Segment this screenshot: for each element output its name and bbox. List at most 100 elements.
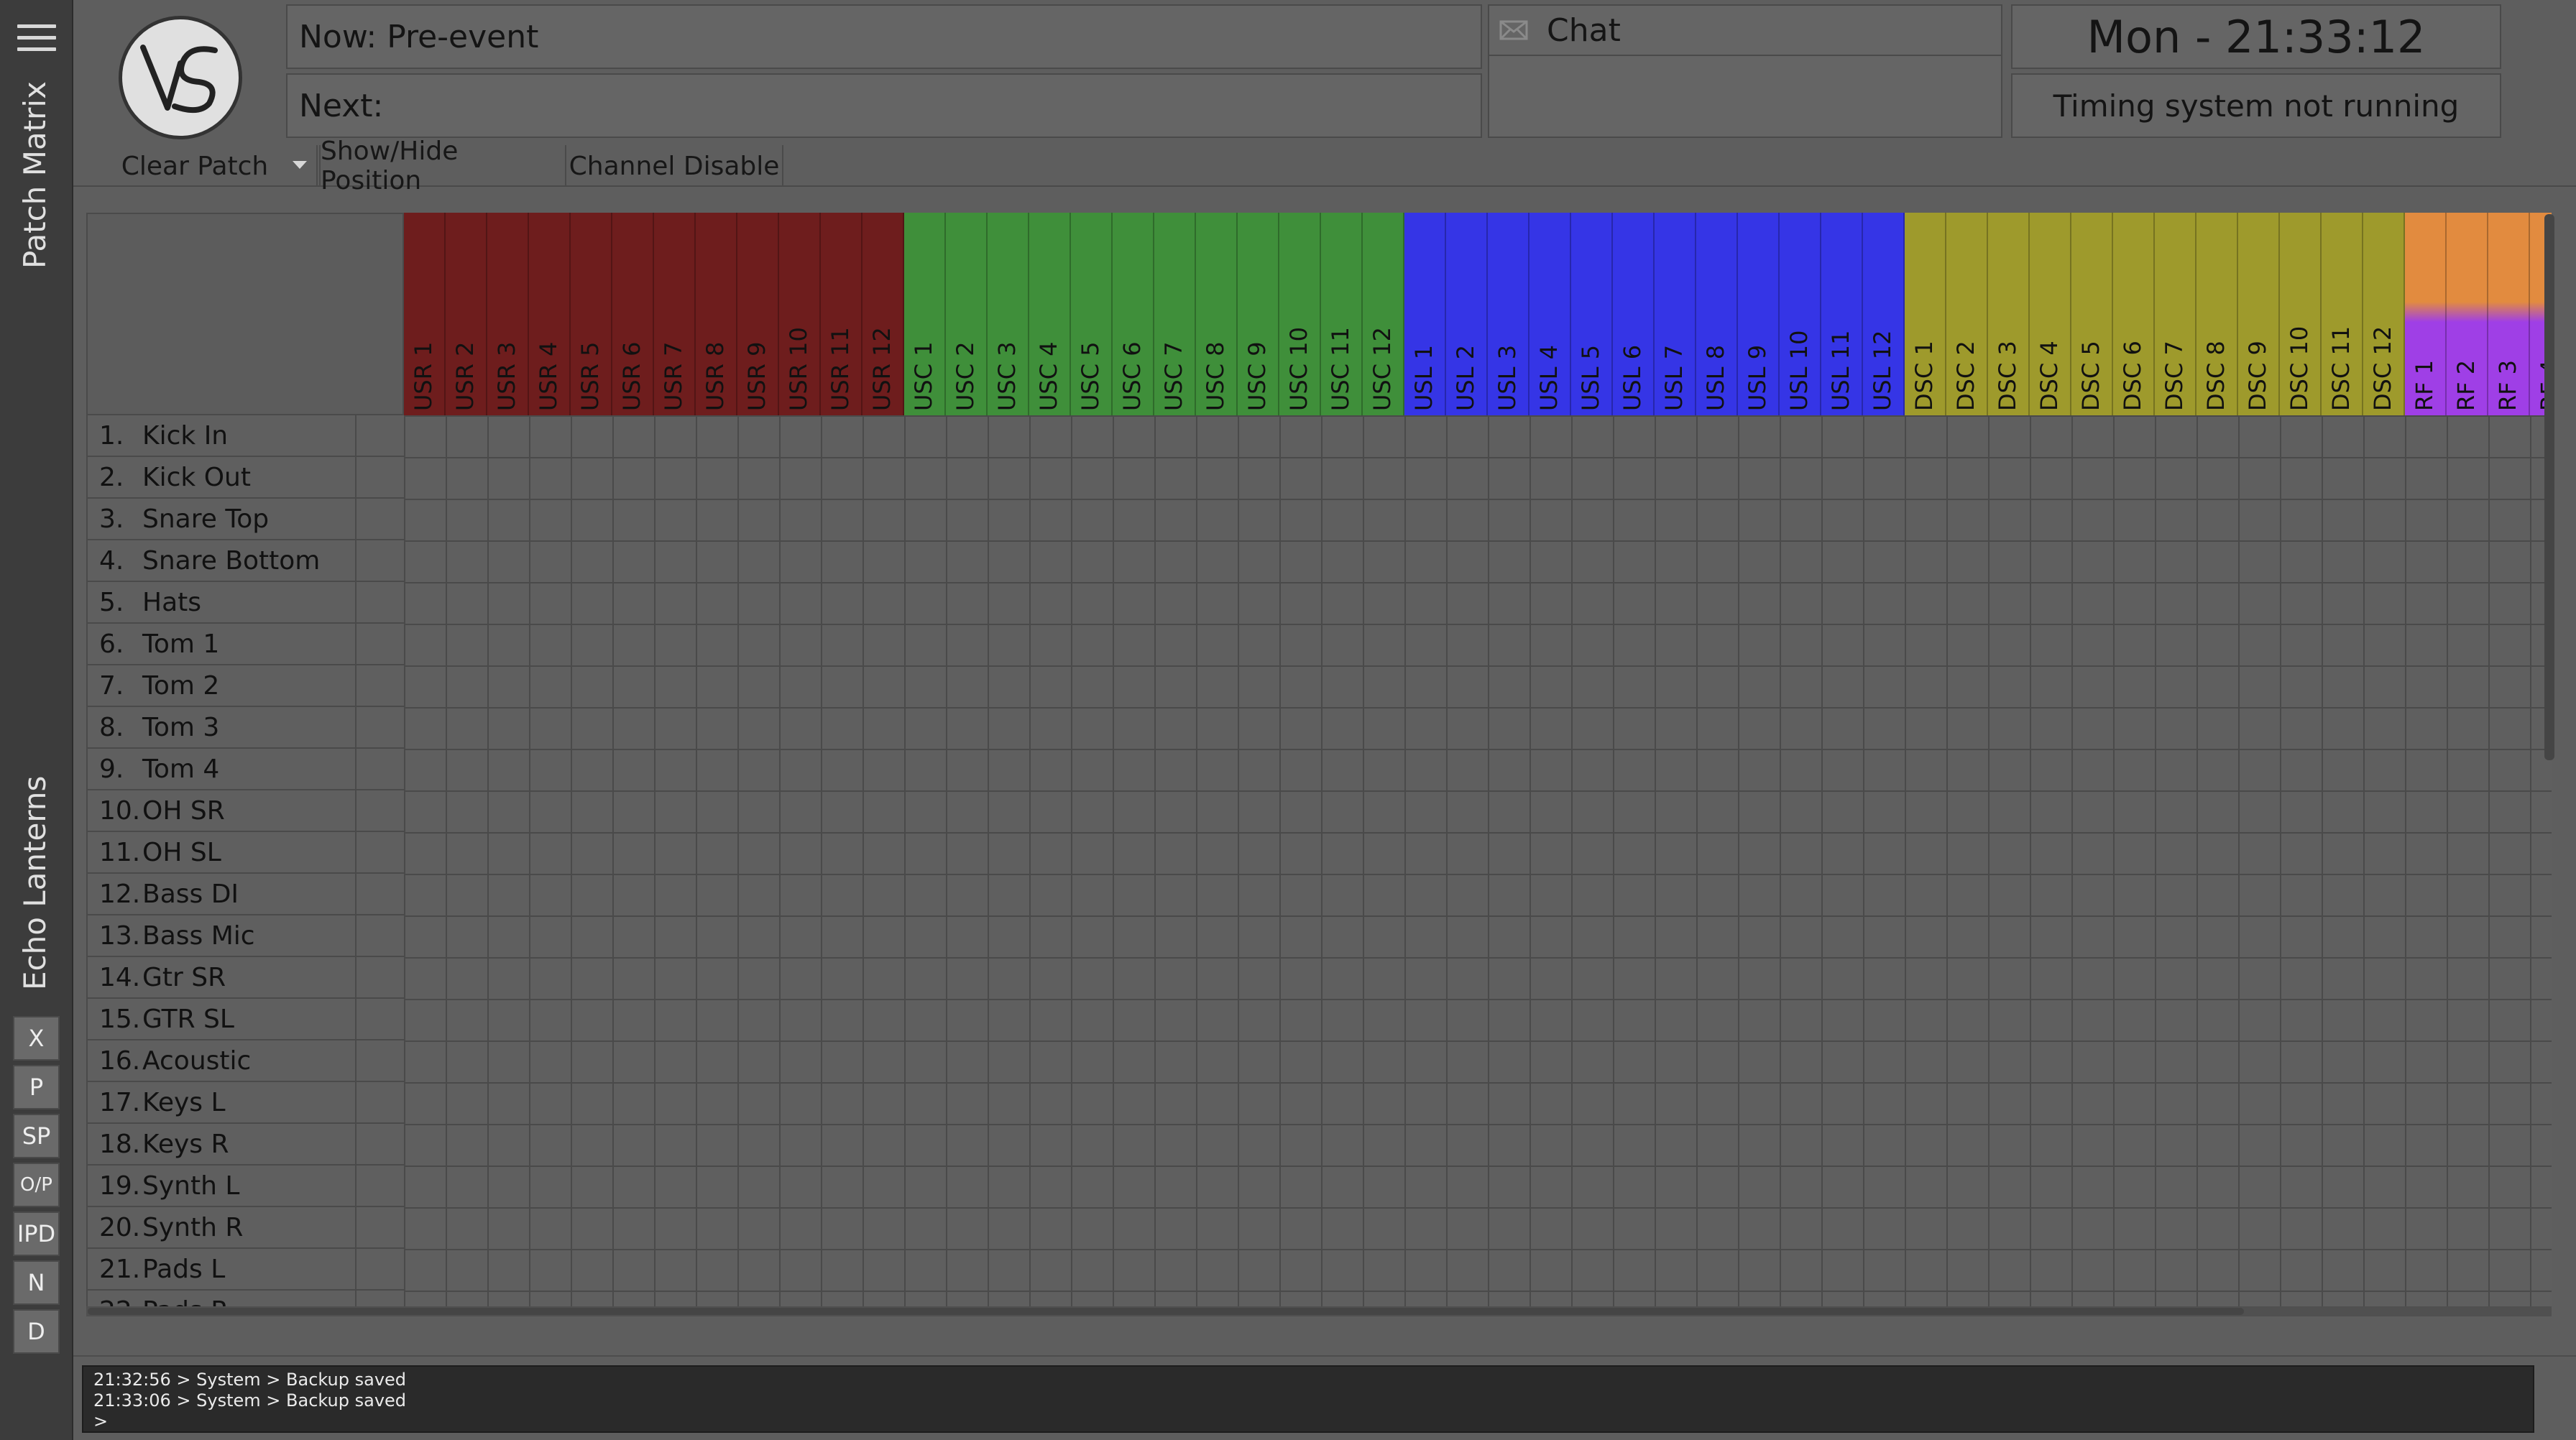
column-header[interactable]: USR 1 <box>404 213 446 415</box>
clear-patch-button[interactable]: Clear Patch <box>73 145 318 187</box>
channel-disable-button[interactable]: Channel Disable <box>566 145 783 187</box>
sidebar-button-op[interactable]: O/P <box>13 1163 60 1207</box>
column-header[interactable]: RF 2 <box>2447 213 2488 415</box>
column-header[interactable]: USC 1 <box>904 213 946 415</box>
menu-icon[interactable] <box>17 24 56 53</box>
column-header[interactable]: USC 9 <box>1238 213 1279 415</box>
column-header[interactable]: USR 6 <box>612 213 654 415</box>
table-row[interactable]: 5. Hats <box>86 582 404 624</box>
table-row[interactable]: 2. Kick Out <box>86 457 404 499</box>
table-row[interactable]: 21. Pads L <box>86 1249 404 1291</box>
sidebar-button-sp[interactable]: SP <box>13 1114 60 1158</box>
column-header[interactable]: USR 7 <box>654 213 696 415</box>
sidebar-button-x[interactable]: X <box>13 1016 60 1061</box>
column-header[interactable]: DSC 3 <box>1988 213 2030 415</box>
table-row[interactable]: 10. OH SR <box>86 790 404 832</box>
sidebar-tab-echo-lanterns[interactable]: Echo Lanterns <box>17 776 52 990</box>
chat-panel[interactable]: Chat <box>1488 4 2002 138</box>
column-header[interactable]: DSC 4 <box>2030 213 2071 415</box>
vertical-scrollbar[interactable] <box>2544 214 2554 760</box>
column-header[interactable]: USC 11 <box>1321 213 1363 415</box>
column-header[interactable]: USC 7 <box>1154 213 1196 415</box>
column-header[interactable]: DSC 8 <box>2196 213 2238 415</box>
column-header[interactable]: USL 2 <box>1446 213 1488 415</box>
table-row[interactable]: 8. Tom 3 <box>86 707 404 749</box>
column-header[interactable]: DSC 5 <box>2071 213 2113 415</box>
column-header[interactable]: USR 3 <box>487 213 529 415</box>
table-row[interactable]: 3. Snare Top <box>86 499 404 540</box>
column-header[interactable]: USC 6 <box>1113 213 1154 415</box>
log-prompt[interactable]: > <box>93 1411 2523 1432</box>
table-row[interactable]: 15. GTR SL <box>86 999 404 1040</box>
column-header[interactable]: USL 10 <box>1780 213 1821 415</box>
column-header[interactable]: USR 11 <box>821 213 862 415</box>
sidebar-button-n[interactable]: N <box>13 1260 60 1305</box>
table-row[interactable]: 9. Tom 4 <box>86 749 404 790</box>
column-header[interactable]: USR 10 <box>779 213 821 415</box>
chevron-down-icon[interactable] <box>293 161 307 169</box>
column-header[interactable]: DSC 10 <box>2280 213 2322 415</box>
column-header[interactable]: RF 1 <box>2405 213 2447 415</box>
sidebar-button-d[interactable]: D <box>13 1309 60 1354</box>
row-divider <box>355 999 356 1040</box>
table-row[interactable]: 12. Bass DI <box>86 874 404 915</box>
column-header[interactable]: USR 12 <box>862 213 904 415</box>
table-row[interactable]: 20. Synth R <box>86 1207 404 1249</box>
column-header[interactable]: DSC 2 <box>1946 213 1988 415</box>
column-header[interactable]: DSC 12 <box>2363 213 2405 415</box>
column-header[interactable]: USL 8 <box>1696 213 1738 415</box>
column-header[interactable]: USR 8 <box>696 213 737 415</box>
row-divider <box>355 582 356 624</box>
column-header[interactable]: USC 10 <box>1279 213 1321 415</box>
table-row[interactable]: 11. OH SL <box>86 832 404 874</box>
chat-header[interactable]: Chat <box>1489 6 2001 56</box>
table-row[interactable]: 13. Bass Mic <box>86 915 404 957</box>
column-header[interactable]: USL 4 <box>1530 213 1571 415</box>
column-header[interactable]: DSC 7 <box>2155 213 2196 415</box>
table-row[interactable]: 16. Acoustic <box>86 1040 404 1082</box>
column-header[interactable]: USR 4 <box>529 213 571 415</box>
console-log[interactable]: 21:32:56 > System > Backup saved 21:33:0… <box>82 1365 2534 1433</box>
sidebar-button-p[interactable]: P <box>13 1065 60 1109</box>
row-number: 7. <box>99 671 124 701</box>
column-header[interactable]: RF 3 <box>2488 213 2530 415</box>
horizontal-scrollbar[interactable] <box>88 1308 2244 1315</box>
column-header[interactable]: USC 5 <box>1071 213 1113 415</box>
column-header[interactable]: USL 5 <box>1571 213 1613 415</box>
column-header[interactable]: USL 7 <box>1655 213 1696 415</box>
column-header[interactable]: USC 4 <box>1029 213 1071 415</box>
table-row[interactable]: 14. Gtr SR <box>86 957 404 999</box>
table-row[interactable]: 7. Tom 2 <box>86 665 404 707</box>
table-row[interactable]: 17. Keys L <box>86 1082 404 1124</box>
table-row[interactable]: 19. Synth L <box>86 1166 404 1207</box>
column-header[interactable]: USC 8 <box>1196 213 1238 415</box>
table-row[interactable]: 1. Kick In <box>86 415 404 457</box>
column-header[interactable]: DSC 6 <box>2113 213 2155 415</box>
table-row[interactable]: 6. Tom 1 <box>86 624 404 665</box>
column-header[interactable]: DSC 11 <box>2322 213 2363 415</box>
show-hide-position-button[interactable]: Show/Hide Position <box>319 137 566 195</box>
column-header[interactable]: USL 9 <box>1738 213 1780 415</box>
sidebar-tab-patch-matrix[interactable]: Patch Matrix <box>17 81 52 269</box>
column-header[interactable]: USC 2 <box>946 213 988 415</box>
sidebar-button-ipd[interactable]: IPD <box>13 1211 60 1256</box>
column-header[interactable]: USL 1 <box>1404 213 1446 415</box>
column-header[interactable]: DSC 1 <box>1905 213 1946 415</box>
column-header[interactable]: USL 11 <box>1821 213 1863 415</box>
column-label: USC 4 <box>1035 341 1062 411</box>
patch-grid[interactable] <box>404 415 2552 1306</box>
column-header[interactable]: USL 6 <box>1613 213 1655 415</box>
column-header[interactable]: USC 3 <box>988 213 1029 415</box>
table-row[interactable]: 4. Snare Bottom <box>86 540 404 582</box>
column-header[interactable]: USR 2 <box>446 213 487 415</box>
column-header[interactable]: USC 12 <box>1363 213 1404 415</box>
column-header[interactable]: DSC 9 <box>2238 213 2280 415</box>
column-label: USC 3 <box>993 341 1021 411</box>
column-header[interactable]: USL 3 <box>1488 213 1530 415</box>
column-header[interactable]: USR 5 <box>571 213 612 415</box>
column-header[interactable]: USR 9 <box>737 213 779 415</box>
column-header[interactable]: USL 12 <box>1863 213 1905 415</box>
column-label: DSC 2 <box>1952 341 1979 411</box>
table-row[interactable]: 18. Keys R <box>86 1124 404 1166</box>
table-row[interactable]: 22.Pads R <box>86 1291 404 1306</box>
